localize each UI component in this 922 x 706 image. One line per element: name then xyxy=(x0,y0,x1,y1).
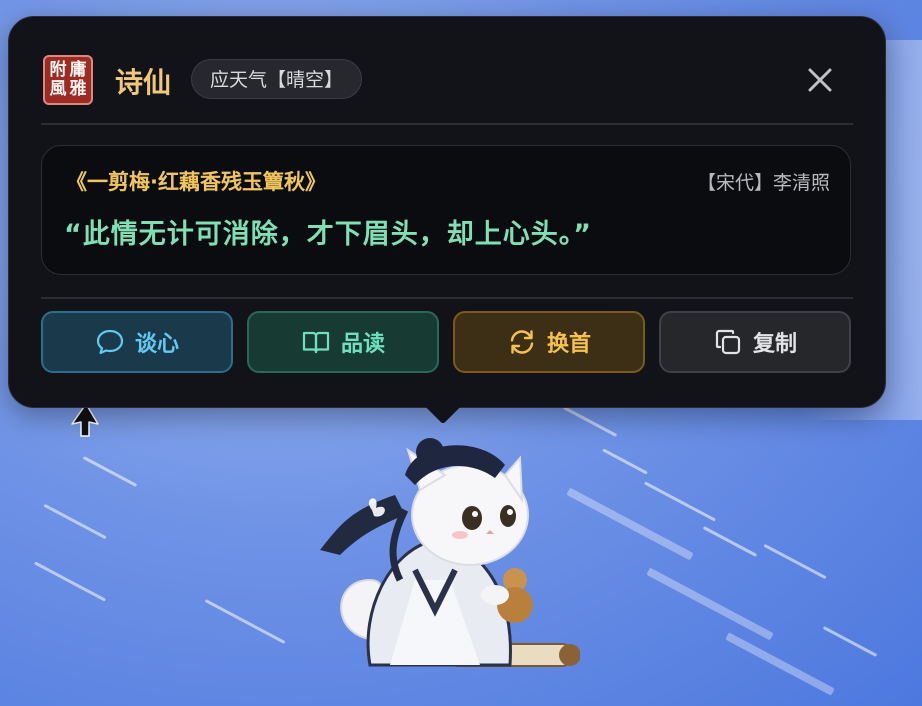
actions-divider xyxy=(41,297,853,299)
read-button[interactable]: 品读 xyxy=(247,311,439,373)
copy-button-label: 复制 xyxy=(752,332,797,357)
talk-button-label: 谈心 xyxy=(134,332,179,357)
background-streak xyxy=(702,526,758,557)
popup-header: 附 庸 風 雅 诗仙 应天气【晴空】 xyxy=(9,17,885,125)
poem-card: 《一剪梅·红藕香残玉簟秋》 【宋代】李清照 “此情无计可消除，才下眉头，却上心头… xyxy=(41,145,851,275)
seal-char: 雅 xyxy=(69,79,87,99)
poem-popup: 附 庸 風 雅 诗仙 应天气【晴空】 《一剪梅·红藕香残玉簟秋》 【宋代】李清照… xyxy=(8,16,886,408)
background-streak xyxy=(602,448,648,475)
open-book-icon xyxy=(302,331,330,354)
swap-poem-button-label: 换首 xyxy=(546,332,591,357)
close-button[interactable] xyxy=(805,65,835,95)
popup-title: 诗仙 xyxy=(115,66,172,99)
chat-bubble-icon xyxy=(96,329,124,355)
poem-title: 《一剪梅·红藕香残玉簟秋》 xyxy=(66,170,326,194)
background-streak xyxy=(33,561,107,602)
close-icon xyxy=(808,68,832,92)
seal-logo: 附 庸 風 雅 xyxy=(43,55,93,105)
copy-button[interactable]: 复制 xyxy=(659,311,851,373)
background-streak xyxy=(725,632,835,696)
background-streak xyxy=(43,503,107,540)
background-streak xyxy=(643,481,717,522)
header-divider xyxy=(41,123,853,125)
copy-icon xyxy=(715,329,741,355)
seal-char: 附 xyxy=(49,60,67,80)
background-streak xyxy=(763,543,827,580)
seal-char: 庸 xyxy=(69,60,87,80)
read-button-label: 品读 xyxy=(340,332,385,357)
talk-button[interactable]: 谈心 xyxy=(41,311,233,373)
scholar-cat-mascot[interactable] xyxy=(320,430,580,700)
background-streak xyxy=(646,567,774,641)
seal-char: 風 xyxy=(49,79,67,99)
swap-poem-button[interactable]: 换首 xyxy=(453,311,645,373)
background-streak xyxy=(204,599,286,644)
weather-badge: 应天气【晴空】 xyxy=(191,59,363,99)
background-streak xyxy=(822,626,878,657)
poem-quote[interactable]: “此情无计可消除，才下眉头，却上心头。” xyxy=(64,212,592,251)
poem-author-meta: 【宋代】李清照 xyxy=(696,172,830,194)
mouse-cursor-icon xyxy=(71,403,99,437)
refresh-icon xyxy=(510,330,534,354)
background-streak xyxy=(82,456,138,487)
